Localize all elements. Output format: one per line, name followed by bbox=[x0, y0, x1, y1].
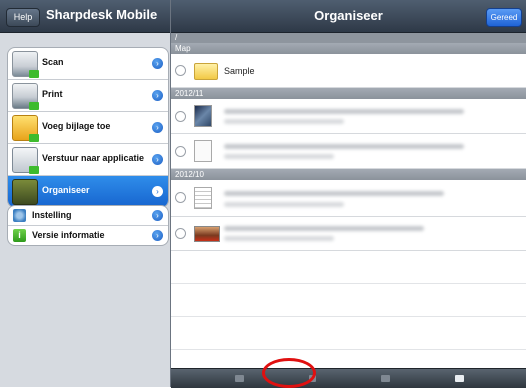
gear-icon bbox=[13, 209, 26, 222]
section-header: 2012/10 bbox=[171, 169, 526, 180]
right-navigation-bar: Organiseer Gereed bbox=[171, 0, 526, 33]
main-menu-group: Scan › Print › Voeg bijlage toe › Verstu… bbox=[7, 47, 169, 208]
blurred-file-details bbox=[224, 119, 344, 124]
folder-name: Sample bbox=[224, 66, 255, 76]
menu-item-label: Organiseer bbox=[42, 185, 90, 195]
chevron-right-icon: › bbox=[152, 230, 163, 241]
chevron-right-icon: › bbox=[152, 210, 163, 221]
folder-icon bbox=[194, 63, 218, 80]
blurred-file-details bbox=[224, 236, 334, 241]
menu-item-scan[interactable]: Scan › bbox=[8, 48, 168, 80]
menu-item-label: Versie informatie bbox=[32, 230, 105, 240]
copy-icon[interactable] bbox=[381, 375, 390, 382]
attach-mail-icon bbox=[12, 115, 39, 142]
blurred-filename bbox=[224, 191, 444, 196]
file-thumbnail bbox=[194, 187, 212, 209]
select-radio[interactable] bbox=[175, 111, 186, 122]
breadcrumb: / bbox=[171, 33, 526, 43]
menu-item-organize[interactable]: Organiseer › bbox=[8, 176, 168, 207]
menu-item-label: Scan bbox=[42, 57, 64, 67]
done-button[interactable]: Gereed bbox=[486, 8, 522, 27]
menu-item-print[interactable]: Print › bbox=[8, 80, 168, 112]
print-icon bbox=[12, 83, 39, 110]
file-thumbnail bbox=[194, 226, 220, 242]
select-radio[interactable] bbox=[175, 146, 186, 157]
select-radio[interactable] bbox=[175, 192, 186, 203]
settings-menu-group: Instelling › i Versie informatie › bbox=[7, 205, 169, 246]
list-item-folder[interactable]: Sample bbox=[171, 54, 526, 88]
list-item-file[interactable] bbox=[171, 180, 526, 217]
blurred-filename bbox=[224, 226, 424, 231]
chevron-right-icon: › bbox=[152, 122, 163, 133]
menu-item-label: Instelling bbox=[32, 210, 72, 220]
chevron-right-icon: › bbox=[152, 90, 163, 101]
chevron-right-icon: › bbox=[152, 58, 163, 69]
left-navigation-bar: Help Sharpdesk Mobile bbox=[0, 0, 170, 33]
list-item-file[interactable] bbox=[171, 99, 526, 134]
chevron-right-icon: › bbox=[152, 186, 163, 197]
blurred-file-details bbox=[224, 202, 344, 207]
new-folder-icon[interactable] bbox=[455, 375, 464, 382]
highlight-annotation bbox=[262, 358, 316, 388]
blurred-filename bbox=[224, 144, 464, 149]
list-separator bbox=[171, 349, 526, 350]
move-icon[interactable] bbox=[235, 375, 244, 382]
scan-icon bbox=[12, 51, 39, 78]
list-separator bbox=[171, 283, 526, 284]
send-to-app-icon bbox=[12, 147, 39, 174]
app-title: Sharpdesk Mobile bbox=[46, 7, 158, 22]
menu-item-label: Verstuur naar applicatie bbox=[42, 153, 145, 163]
list-item-file[interactable] bbox=[171, 217, 526, 251]
section-header: 2012/11 bbox=[171, 88, 526, 99]
menu-item-send-to-app[interactable]: Verstuur naar applicatie › bbox=[8, 144, 168, 176]
menu-item-label: Voeg bijlage toe bbox=[42, 121, 111, 131]
bottom-toolbar bbox=[171, 368, 526, 388]
blurred-file-details bbox=[224, 154, 334, 159]
menu-item-label: Print bbox=[42, 89, 63, 99]
section-header: Map bbox=[171, 43, 526, 54]
select-radio[interactable] bbox=[175, 228, 186, 239]
menu-item-attach[interactable]: Voeg bijlage toe › bbox=[8, 112, 168, 144]
right-pane: Organiseer Gereed / Map Sample 2012/11 2… bbox=[171, 0, 526, 388]
file-thumbnail bbox=[194, 105, 212, 127]
menu-item-version-info[interactable]: i Versie informatie › bbox=[8, 226, 168, 245]
blurred-filename bbox=[224, 109, 464, 114]
left-pane: Help Sharpdesk Mobile Scan › Print › Voe… bbox=[0, 0, 171, 387]
menu-item-settings[interactable]: Instelling › bbox=[8, 206, 168, 226]
chevron-right-icon: › bbox=[152, 154, 163, 165]
file-thumbnail bbox=[194, 140, 212, 162]
organize-icon bbox=[12, 179, 38, 205]
list-separator bbox=[171, 316, 526, 317]
select-radio[interactable] bbox=[175, 65, 186, 76]
list-item-file[interactable] bbox=[171, 134, 526, 169]
info-icon: i bbox=[13, 229, 26, 242]
page-title: Organiseer bbox=[314, 8, 383, 23]
help-button[interactable]: Help bbox=[6, 8, 40, 27]
